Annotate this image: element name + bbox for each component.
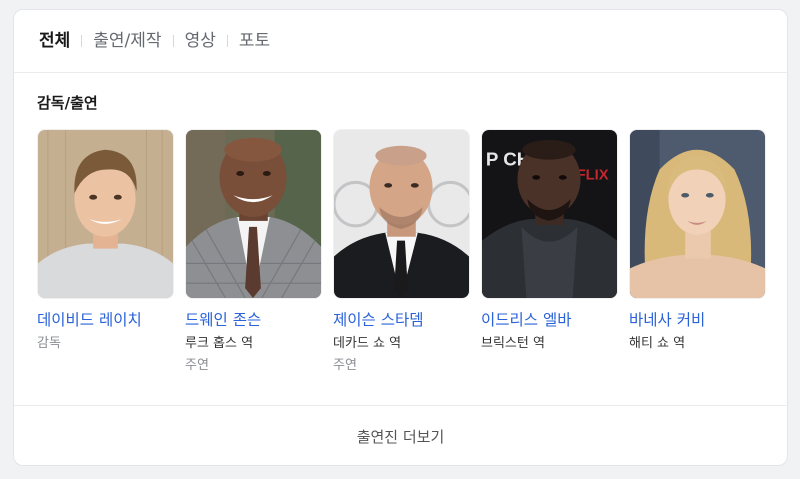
cast-role: 루크 홉스 역 — [185, 336, 254, 351]
tab-separator — [226, 35, 228, 47]
tabs-divider — [14, 72, 787, 73]
tab-all[interactable]: 전체 — [39, 28, 70, 54]
person-photo[interactable] — [333, 129, 470, 299]
tab-photo[interactable]: 포토 — [239, 28, 270, 54]
cast-name[interactable]: 데이비드 레이치 — [37, 309, 174, 331]
cast-list: 데이비드 레이치 감독 드웨인 존슨 루크 홉스 역 주연 제이슨 스타뎀 데카… — [37, 129, 766, 376]
svg-text:FLIX: FLIX — [577, 167, 609, 183]
cast-item[interactable]: 드웨인 존슨 루크 홉스 역 주연 — [185, 129, 322, 376]
cast-role: 데카드 쇼 역 — [333, 336, 402, 351]
tab-separator — [172, 35, 174, 47]
cast-item[interactable]: P CHA FLIX 이드리스 엘바 브릭스턴 역 — [481, 129, 618, 376]
cast-type: 주연 — [333, 358, 357, 373]
cast-name[interactable]: 바네사 커비 — [629, 309, 766, 331]
cast-item[interactable]: 바네사 커비 해티 쇼 역 — [629, 129, 766, 376]
person-photo[interactable]: P CHA FLIX — [481, 129, 618, 299]
cast-role: 감독 — [37, 336, 61, 351]
section-title: 감독/출연 — [37, 94, 98, 112]
more-cast-button[interactable]: 출연진 더보기 — [14, 406, 787, 465]
cast-item[interactable]: 데이비드 레이치 감독 — [37, 129, 174, 376]
cast-role: 브릭스턴 역 — [481, 336, 545, 351]
person-photo[interactable] — [37, 129, 174, 299]
cast-item[interactable]: 제이슨 스타뎀 데카드 쇼 역 주연 — [333, 129, 470, 376]
cast-name[interactable]: 이드리스 엘바 — [481, 309, 618, 331]
cast-name[interactable]: 드웨인 존슨 — [185, 309, 322, 331]
tab-separator — [81, 35, 83, 47]
movie-cast-card: 전체 출연/제작 영상 포토 감독/출연 데이비드 레이치 감독 드웨인 존슨 … — [13, 9, 788, 466]
cast-type: 주연 — [185, 358, 209, 373]
cast-role: 해티 쇼 역 — [629, 336, 686, 351]
tab-bar: 전체 출연/제작 영상 포토 — [39, 28, 270, 54]
person-photo[interactable] — [185, 129, 322, 299]
person-photo[interactable] — [629, 129, 766, 299]
tab-cast-crew[interactable]: 출연/제작 — [93, 28, 161, 54]
cast-name[interactable]: 제이슨 스타뎀 — [333, 309, 470, 331]
tab-video[interactable]: 영상 — [185, 28, 216, 54]
